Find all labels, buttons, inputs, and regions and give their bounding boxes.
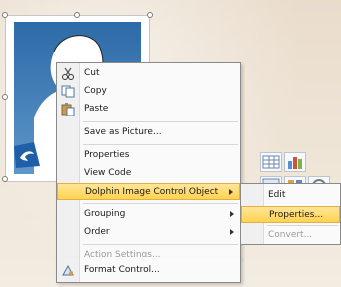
menu-item-action-settings: Action Settings... <box>57 247 240 260</box>
menu-separator <box>83 121 238 122</box>
menu-item-label: Dolphin Image Control Object <box>85 187 219 197</box>
menu-item-grouping[interactable]: Grouping <box>57 206 240 223</box>
menu-item-label: Save as Picture... <box>84 127 162 137</box>
menu-item-order[interactable]: Order <box>57 224 240 241</box>
submenu-item-edit[interactable]: Edit <box>241 187 340 204</box>
menu-item-label: Copy <box>84 86 107 96</box>
menu-item-copy[interactable]: Copy <box>57 83 240 100</box>
scissors-icon <box>61 67 75 80</box>
dolphin-logo-icon <box>14 142 40 168</box>
resize-handle-top-right[interactable] <box>147 12 153 18</box>
menu-item-cut[interactable]: Cut <box>57 65 240 82</box>
submenu-item-convert: Convert... <box>241 227 340 244</box>
resize-handle-bottom-left[interactable] <box>2 176 8 182</box>
menu-item-label: Properties <box>84 150 130 160</box>
menu-separator <box>267 225 338 226</box>
paste-icon <box>61 103 75 117</box>
copy-icon <box>61 85 75 98</box>
submenu-arrow-icon <box>230 229 234 235</box>
menu-item-properties[interactable]: Properties <box>57 147 240 164</box>
menu-item-format-control[interactable]: Format Control... <box>57 262 240 279</box>
menu-separator <box>83 244 238 245</box>
context-menu: Cut Copy Paste Save as Picture... Proper… <box>56 62 241 260</box>
submenu: Edit Properties... Convert... <box>240 183 341 245</box>
format-control-icon <box>61 264 75 277</box>
context-menu-extension: Format Control... <box>56 257 241 283</box>
menu-item-dolphin-image-control-object[interactable]: Dolphin Image Control Object <box>57 183 240 200</box>
menu-item-label: Grouping <box>84 209 126 219</box>
resize-handle-left[interactable] <box>2 94 8 100</box>
menu-item-label: View Code <box>84 168 132 178</box>
menu-item-label: Order <box>84 227 110 237</box>
menu-item-view-code[interactable]: View Code <box>57 165 240 182</box>
menu-item-label: Convert... <box>268 230 313 240</box>
menu-item-save-as-picture[interactable]: Save as Picture... <box>57 124 240 141</box>
menu-item-label: Paste <box>84 104 109 114</box>
menu-item-label: Edit <box>268 190 286 200</box>
submenu-arrow-icon <box>229 189 233 195</box>
resize-handle-top[interactable] <box>74 12 80 18</box>
menu-item-paste[interactable]: Paste <box>57 101 240 118</box>
table-icon[interactable] <box>260 152 282 172</box>
menu-item-label: Format Control... <box>84 265 160 275</box>
submenu-item-properties[interactable]: Properties... <box>241 206 340 223</box>
menu-item-label: Cut <box>84 68 100 78</box>
submenu-arrow-icon <box>230 211 234 217</box>
menu-separator <box>83 203 238 204</box>
menu-item-label: Properties... <box>269 210 324 220</box>
resize-handle-top-left[interactable] <box>2 12 8 18</box>
menu-separator <box>83 144 238 145</box>
chart-icon[interactable] <box>284 152 306 172</box>
